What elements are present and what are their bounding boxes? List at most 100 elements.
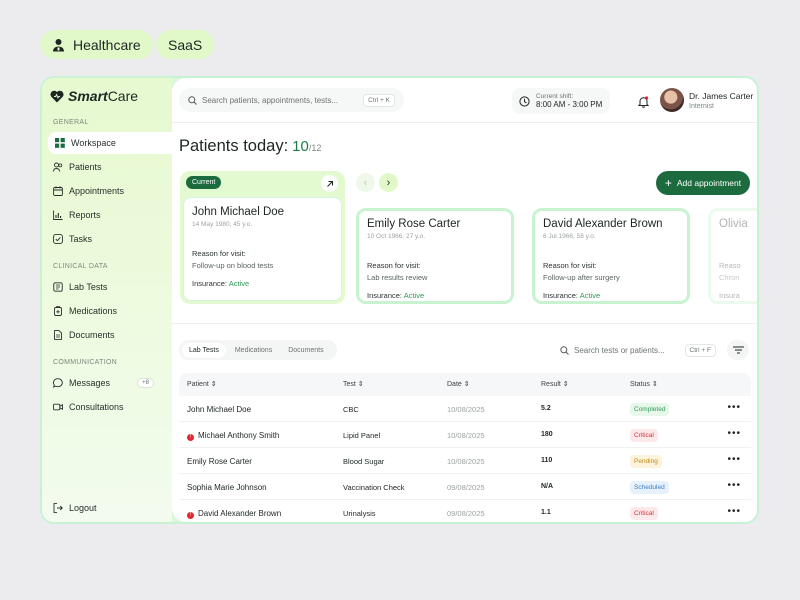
more-icon: ••• <box>727 428 741 439</box>
sidebar-item-messages[interactable]: Messages +8 <box>46 372 172 394</box>
test-cell: CBC <box>343 405 359 414</box>
row-menu-button[interactable]: ••• <box>727 428 741 439</box>
sidebar-item-label: Tasks <box>69 234 93 244</box>
sort-icon: ⇕ <box>210 381 217 388</box>
sidebar-item-tasks[interactable]: Tasks <box>46 228 172 250</box>
logo-text: Care <box>107 88 139 104</box>
saas-tag: SaaS <box>156 30 215 59</box>
users-icon <box>53 162 63 172</box>
filter-button[interactable] <box>727 340 749 360</box>
patient-name: Michael Anthony Smith <box>198 431 280 440</box>
sidebar-item-reports[interactable]: Reports <box>46 204 172 226</box>
row-menu-button[interactable]: ••• <box>727 454 741 465</box>
patient-card-current[interactable]: Current John Michael Doe 14 May 1980, 45… <box>180 171 345 304</box>
logout-button[interactable]: Logout <box>46 497 172 519</box>
date-cell: 09/08/2025 <box>447 483 485 492</box>
reason-label: Reason for visit: <box>367 261 421 270</box>
messages-count-badge: +8 <box>137 378 154 388</box>
date-cell: 09/08/2025 <box>447 509 485 518</box>
more-icon: ••• <box>727 454 741 465</box>
sidebar-item-label: Lab Tests <box>69 282 108 292</box>
more-icon: ••• <box>727 506 741 517</box>
column-header-label: Result <box>541 381 561 388</box>
column-header-date[interactable]: Date ⇕ <box>447 380 470 388</box>
row-menu-button[interactable]: ••• <box>727 480 741 491</box>
next-card-button[interactable]: › <box>379 173 398 192</box>
search-icon <box>560 346 569 355</box>
sidebar-item-consultations[interactable]: Consultations <box>46 396 172 418</box>
insurance-row: Insurance: Active <box>192 279 333 288</box>
tab-medications[interactable]: Medications <box>228 343 279 358</box>
sidebar-item-label: Consultations <box>69 402 124 412</box>
sidebar-item-label: Messages <box>69 378 111 388</box>
result-cell: 5.2 <box>541 405 551 412</box>
reason-label: Reason for visit: <box>192 249 246 258</box>
sidebar-item-medications[interactable]: Medications <box>46 300 172 322</box>
status-badge: Critical <box>630 429 658 442</box>
patient-dob: 6 Jul 1966, 58 y.o. <box>543 233 596 240</box>
date-cell: 10/08/2025 <box>447 431 485 440</box>
column-header-result[interactable]: Result ⇕ <box>541 380 569 388</box>
sidebar-item-appointments[interactable]: Appointments <box>46 180 172 202</box>
logo: SmartCare <box>50 88 138 104</box>
column-header-status[interactable]: Status ⇕ <box>630 380 658 388</box>
table-header: Patient ⇕ Test ⇕ Date ⇕ Result ⇕ Status … <box>179 373 751 396</box>
row-menu-button[interactable]: ••• <box>727 506 741 517</box>
status-badge: Scheduled <box>630 481 669 494</box>
avatar <box>660 88 684 112</box>
sort-icon: ⇕ <box>463 381 470 388</box>
table-row[interactable]: ! David Alexander Brown Urinalysis 09/08/… <box>179 500 751 522</box>
sidebar-item-workspace[interactable]: Workspace <box>48 132 172 154</box>
calendar-icon <box>53 186 63 196</box>
patient-name: David Alexander Brown <box>198 509 282 518</box>
tab-lab-tests[interactable]: Lab Tests <box>182 342 226 358</box>
table-row[interactable]: John Michael Doe CBC 10/08/2025 5.2 Comp… <box>179 396 751 422</box>
alert-icon: ! <box>187 512 194 519</box>
shift-value: 8:00 AM - 3:00 PM <box>536 100 603 109</box>
table-row[interactable]: Sophia Marie Johnson Vaccination Check 0… <box>179 474 751 500</box>
patient-card[interactable]: Emily Rose Carter 10 Oct 1966, 27 y.o. R… <box>356 208 514 304</box>
patient-card-partial[interactable]: Olivia Reaso Chron Insura <box>708 208 757 304</box>
open-card-button[interactable] <box>321 175 338 192</box>
table-row[interactable]: Emily Rose Carter Blood Sugar 10/08/2025… <box>179 448 751 474</box>
patient-dob: 10 Oct 1966, 27 y.o. <box>367 233 426 240</box>
result-cell: 180 <box>541 431 553 438</box>
table-search-input[interactable]: Search tests or patients... Ctrl + F <box>558 341 716 360</box>
section-divider <box>172 323 757 324</box>
table-search-placeholder: Search tests or patients... <box>574 346 665 355</box>
healthcare-tag: Healthcare <box>40 30 153 59</box>
notifications-button[interactable] <box>637 95 650 113</box>
test-cell: Blood Sugar <box>343 457 385 466</box>
table-row[interactable]: ! Michael Anthony Smith Lipid Panel 10/08… <box>179 422 751 448</box>
column-header-patient[interactable]: Patient ⇕ <box>187 380 217 388</box>
date-cell: 10/08/2025 <box>447 405 485 414</box>
insurance-status: Active <box>403 291 425 300</box>
sidebar-item-lab-tests[interactable]: Lab Tests <box>46 276 172 298</box>
reason-text: Follow-up after surgery <box>543 273 620 282</box>
header-divider <box>172 122 757 123</box>
patients-count: 10 <box>292 138 309 155</box>
tag-label: SaaS <box>168 36 203 53</box>
doctor-icon <box>53 38 64 51</box>
column-header-label: Date <box>447 381 462 388</box>
page-title-text: Patients today: <box>179 137 289 155</box>
patient-dob <box>719 233 757 240</box>
sidebar-item-label: Reports <box>69 210 101 220</box>
tab-documents[interactable]: Documents <box>281 343 330 358</box>
column-header-test[interactable]: Test ⇕ <box>343 380 364 388</box>
patient-cell: ! David Alexander Brown <box>187 509 281 519</box>
search-shortcut: Ctrl + K <box>363 93 395 107</box>
clock-icon <box>519 95 530 107</box>
sidebar-item-label: Documents <box>69 330 115 340</box>
row-menu-button[interactable]: ••• <box>727 402 741 413</box>
patient-card[interactable]: David Alexander Brown 6 Jul 1966, 58 y.o… <box>532 208 690 304</box>
global-search-input[interactable]: Search patients, appointments, tests... … <box>179 88 404 112</box>
sidebar-item-patients[interactable]: Patients <box>46 156 172 178</box>
video-icon <box>53 403 63 411</box>
sidebar-item-documents[interactable]: Documents <box>46 324 172 346</box>
user-profile[interactable]: Dr. James Carter Internist <box>660 88 753 112</box>
add-appointment-button[interactable]: + Add appointment <box>656 171 750 195</box>
result-cell: 1.1 <box>541 509 551 516</box>
previous-card-button[interactable]: ‹ <box>356 173 375 192</box>
current-shift: Current shift: 8:00 AM - 3:00 PM <box>512 88 610 114</box>
